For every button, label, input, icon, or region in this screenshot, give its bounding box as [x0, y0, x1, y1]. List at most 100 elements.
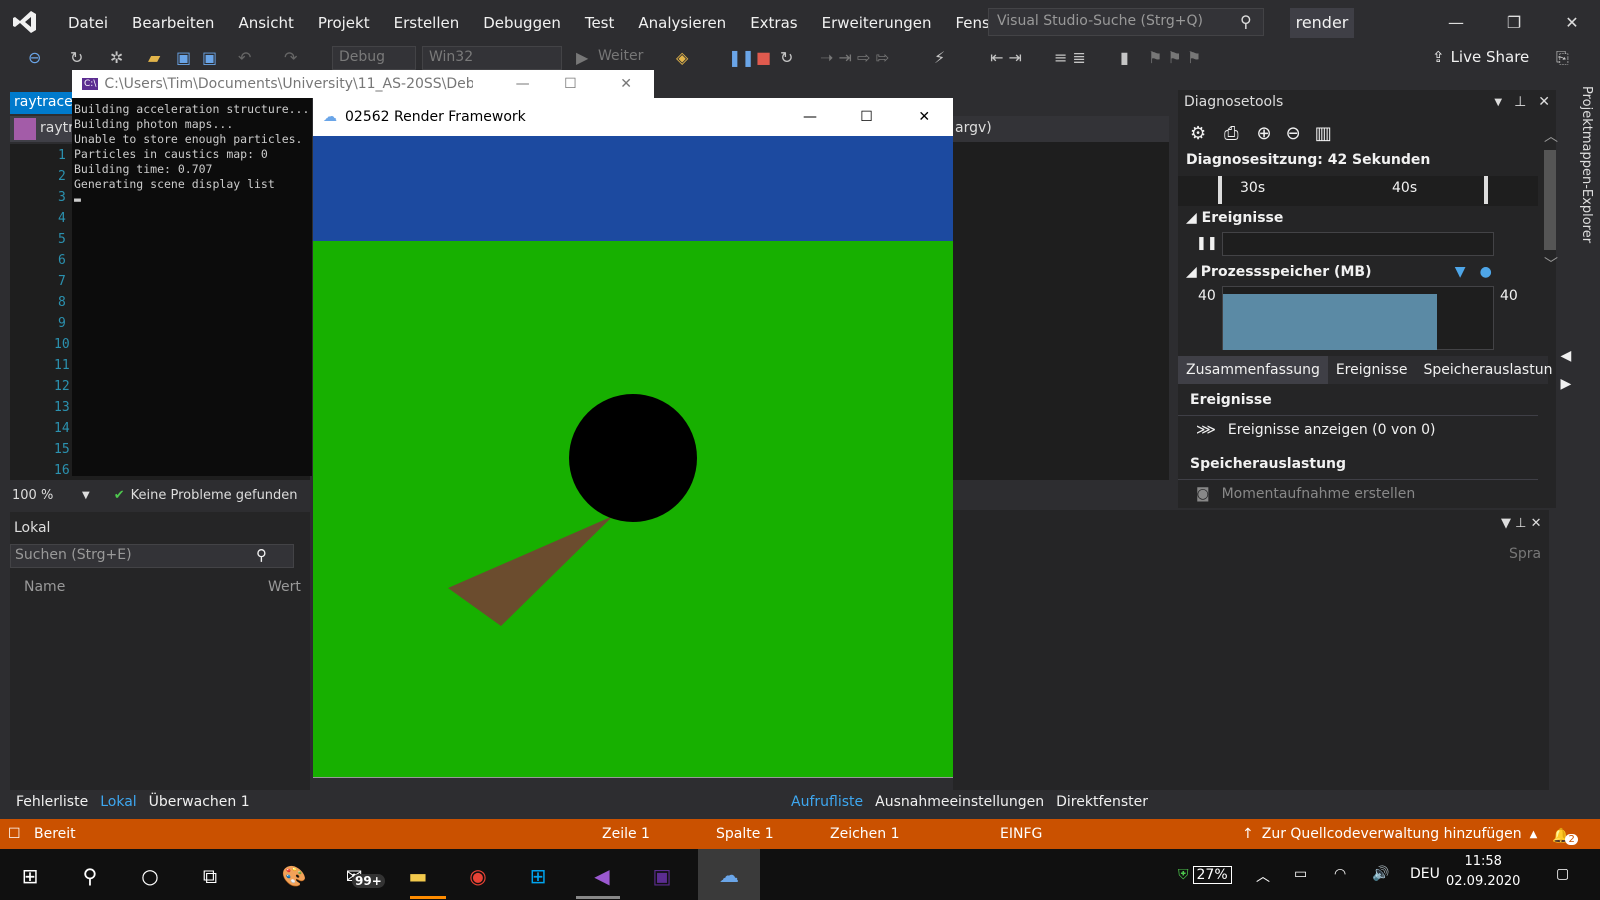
- new-project-icon[interactable]: ✲: [110, 48, 123, 67]
- events-pause-icon[interactable]: ❚❚: [1196, 236, 1218, 251]
- battery-indicator[interactable]: ⛨ 27%: [1178, 866, 1232, 884]
- zoom-select[interactable]: 100 %: [12, 488, 82, 503]
- pause-icon[interactable]: ❚❚: [728, 48, 755, 67]
- menu-analysieren[interactable]: Analysieren: [626, 0, 738, 46]
- editor-tab-raytrace[interactable]: raytrace.c: [10, 92, 74, 114]
- menu-extras[interactable]: Extras: [738, 0, 809, 46]
- menu-bearbeiten[interactable]: Bearbeiten: [120, 0, 226, 46]
- menu-datei[interactable]: Datei: [56, 0, 120, 46]
- visual-studio-logo-icon[interactable]: [12, 9, 38, 35]
- pin-icon[interactable]: ⊥: [1514, 94, 1526, 110]
- console-output[interactable]: Building acceleration structure... Build…: [72, 98, 312, 476]
- keyboard-language[interactable]: DEU: [1410, 866, 1440, 882]
- tab-speicherauslastung[interactable]: Speicherauslastun: [1415, 356, 1560, 384]
- feedback-icon[interactable]: ⎘: [1556, 48, 1569, 68]
- vs-search-input[interactable]: Visual Studio-Suche (Strg+Q): [988, 8, 1264, 36]
- chrome-icon[interactable]: ◉: [462, 860, 494, 892]
- tab-lokal[interactable]: Lokal: [94, 794, 142, 810]
- tab-aufrufliste[interactable]: Aufrufliste: [785, 794, 869, 810]
- render-maximize-button[interactable]: ☐: [838, 109, 896, 125]
- diag-timeline[interactable]: 30s 40s: [1178, 176, 1538, 206]
- menu-projekt[interactable]: Projekt: [306, 0, 382, 46]
- zoom-in-icon[interactable]: ⊕: [1257, 123, 1272, 144]
- console-minimize-button[interactable]: —: [503, 76, 543, 92]
- col-name[interactable]: Name: [24, 579, 268, 595]
- menu-debuggen[interactable]: Debuggen: [471, 0, 573, 46]
- issues-label[interactable]: Keine Probleme gefunden: [131, 488, 298, 503]
- tab-ueberwachen[interactable]: Überwachen 1: [143, 794, 256, 810]
- chart-icon[interactable]: ▥: [1315, 123, 1332, 144]
- tab-direktfenster[interactable]: Direktfenster: [1050, 794, 1154, 810]
- console-close-button[interactable]: ✕: [598, 76, 654, 92]
- redo-icon[interactable]: ↷: [284, 48, 297, 67]
- windows-start-icon[interactable]: ⊞: [14, 860, 46, 892]
- search-icon[interactable]: ⚲: [1240, 12, 1252, 31]
- menu-ansicht[interactable]: Ansicht: [226, 0, 305, 46]
- timeline-handle-right[interactable]: [1484, 176, 1488, 204]
- store-app-icon[interactable]: ⊞: [522, 860, 554, 892]
- show-events-link[interactable]: ⋙ Ereignisse anzeigen (0 von 0): [1196, 422, 1436, 438]
- tab-ereignisse[interactable]: Ereignisse: [1328, 356, 1416, 384]
- col-value[interactable]: Wert: [268, 579, 301, 595]
- task-view-icon[interactable]: ⧉: [194, 860, 226, 892]
- console-maximize-button[interactable]: ☐: [543, 76, 599, 92]
- indent-icons[interactable]: ⇤ ⇥: [990, 48, 1022, 67]
- render-minimize-button[interactable]: —: [782, 109, 838, 125]
- live-share-button[interactable]: ⇪ Live Share: [1432, 48, 1529, 66]
- continue-button[interactable]: Weiter: [598, 48, 643, 64]
- close-button[interactable]: ✕: [1552, 10, 1592, 36]
- bookmark-icon[interactable]: ▮: [1120, 48, 1129, 67]
- zoom-out-icon[interactable]: ⊖: [1286, 123, 1301, 144]
- process-icon[interactable]: ◈: [676, 48, 688, 67]
- battery-icon[interactable]: ▭: [1294, 866, 1307, 882]
- tab-scroll-icons[interactable]: ◀ ▶: [1560, 342, 1571, 398]
- filter-triangle-icon[interactable]: ▼: [1455, 264, 1466, 280]
- snapshot-dot-icon[interactable]: ●: [1480, 264, 1492, 280]
- back-icon[interactable]: ⊖: [28, 48, 41, 67]
- cortana-icon[interactable]: ○: [134, 860, 166, 892]
- timeline-handle-left[interactable]: [1218, 176, 1222, 204]
- editor-right-area[interactable]: [953, 116, 1169, 480]
- minimize-button[interactable]: —: [1436, 10, 1476, 36]
- continue-icon[interactable]: ▶: [576, 48, 588, 67]
- settings-icon[interactable]: ⚙: [1190, 123, 1206, 144]
- tray-chevron-icon[interactable]: ︿: [1256, 866, 1270, 886]
- visual-studio-taskbar-icon[interactable]: ◀: [586, 860, 618, 892]
- console-taskbar-icon[interactable]: ▣: [646, 860, 678, 892]
- take-snapshot-button[interactable]: ◙ Momentaufnahme erstellen: [1196, 486, 1415, 502]
- export-icon[interactable]: ⎙: [1224, 123, 1238, 144]
- stop-icon[interactable]: ■: [756, 48, 771, 67]
- render-canvas[interactable]: [313, 136, 953, 777]
- menu-erweiterungen[interactable]: Erweiterungen: [810, 0, 944, 46]
- menu-erstellen[interactable]: Erstellen: [382, 0, 472, 46]
- render-close-button[interactable]: ✕: [895, 109, 953, 125]
- diag-scrollbar[interactable]: ︿ ﹀: [1544, 126, 1560, 326]
- callstack-header-icons[interactable]: ▼ ⊥ ✕: [1501, 516, 1541, 531]
- menu-test[interactable]: Test: [573, 0, 627, 46]
- locals-search-input[interactable]: Suchen (Strg+E): [10, 544, 294, 568]
- restart-icon[interactable]: ↻: [780, 48, 793, 67]
- action-center-icon[interactable]: ▢: [1556, 866, 1569, 882]
- diag-events-header[interactable]: ◢ Ereignisse: [1186, 210, 1283, 226]
- save-all-icon[interactable]: ▣: [202, 48, 217, 67]
- clock[interactable]: 11:58 02.09.2020: [1446, 852, 1520, 892]
- hot-reload-icon[interactable]: ⚡: [934, 48, 945, 67]
- bookmark-nav-icons[interactable]: ⚑ ⚑ ⚑: [1148, 48, 1201, 67]
- diag-memory-header[interactable]: ◢ Prozessspeicher (MB) ▼ ●: [1186, 264, 1492, 280]
- tab-fehlerliste[interactable]: Fehlerliste: [10, 794, 94, 810]
- paint-app-icon[interactable]: 🎨: [278, 860, 310, 892]
- forward-icon[interactable]: ↻: [70, 48, 83, 67]
- file-explorer-icon[interactable]: ▬: [402, 860, 434, 892]
- taskbar-search-icon[interactable]: ⚲: [74, 860, 106, 892]
- config-select[interactable]: Debug: [332, 46, 416, 70]
- step-icons[interactable]: ➝ ⇥ ⇨ ⇰: [820, 48, 889, 67]
- diag-dropdown-icon[interactable]: ▼: [1494, 97, 1502, 108]
- comment-icons[interactable]: ≡ ≣: [1054, 48, 1086, 67]
- wifi-icon[interactable]: ◠: [1334, 866, 1346, 882]
- tab-ausnahmeeinstellungen[interactable]: Ausnahmeeinstellungen: [869, 794, 1050, 810]
- volume-icon[interactable]: 🔊: [1372, 866, 1389, 882]
- locals-search-icon[interactable]: ⚲: [256, 546, 267, 564]
- restore-button[interactable]: ❐: [1494, 10, 1534, 36]
- undo-icon[interactable]: ↶: [238, 48, 251, 67]
- dropdown-icon[interactable]: ▼: [82, 490, 90, 501]
